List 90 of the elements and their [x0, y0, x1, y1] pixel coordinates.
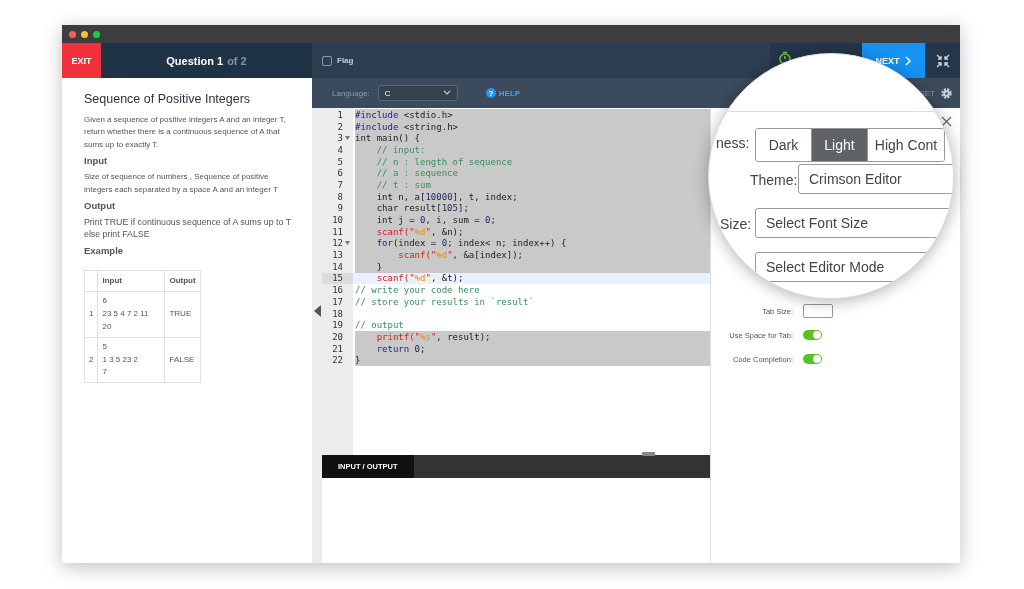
- line-number: 17: [331, 296, 343, 307]
- line-number: 4: [336, 144, 343, 155]
- resize-handle[interactable]: [642, 452, 655, 456]
- line-number: 11: [331, 226, 343, 237]
- line-number: 14: [331, 261, 343, 272]
- minimize-dot-icon[interactable]: [81, 30, 88, 38]
- problem-title: Sequence of Positive Integers: [84, 92, 252, 106]
- language-select[interactable]: C: [377, 85, 458, 101]
- table-header: Output: [164, 270, 201, 292]
- code-text: int main() {: [355, 133, 421, 144]
- theme-label: Theme:: [750, 172, 798, 188]
- flag-checkbox[interactable]: [322, 55, 332, 66]
- table-header: Input: [97, 270, 165, 292]
- question-total: of 2: [227, 54, 247, 67]
- toggle-switch[interactable]: [803, 330, 822, 340]
- problem-text: Given a sequence of positive integers A and an integer T, return whether there is a continuous sequence of A that sums up to exactly T.: [84, 114, 287, 151]
- code-text: scanf("%d", &t);: [375, 273, 464, 284]
- code-text: char result[105];: [375, 203, 469, 214]
- line-number: 10: [331, 215, 343, 226]
- close-dot-icon[interactable]: [69, 30, 76, 38]
- line-number: 3: [336, 133, 343, 144]
- code-text: printf("%s", result);: [375, 331, 491, 342]
- line-number: 7: [336, 179, 343, 190]
- close-icon[interactable]: [941, 116, 952, 127]
- line-number: 5: [336, 156, 343, 167]
- language-label: Language:: [332, 88, 370, 98]
- question-counter: Question 1: [166, 54, 224, 67]
- line-number: 9: [336, 203, 343, 214]
- table-cell: FALSE: [164, 337, 201, 383]
- code-text: #include <stdio.h>: [355, 109, 453, 120]
- chevron-icon: [442, 90, 451, 96]
- code-text: scanf("%d", &n);: [375, 226, 464, 237]
- problem-text: Print TRUE if continuous sequence of A sums up to T else print FALSE: [84, 215, 292, 241]
- code-text: // n : length of sequence: [375, 156, 513, 167]
- code-text: }: [375, 261, 383, 272]
- section-heading: Input: [84, 155, 109, 167]
- stopwatch-icon: [778, 51, 792, 65]
- font-size-label: Size:: [720, 216, 752, 232]
- theme-select[interactable]: Crimson Editor: [798, 164, 953, 194]
- line-number: 21: [331, 343, 343, 354]
- line-number: 18: [331, 308, 343, 319]
- table-cell: 5 1 3 5 23 2 7: [97, 337, 165, 383]
- line-number: 8: [336, 191, 343, 202]
- table-cell: 2: [84, 337, 98, 383]
- table-cell: 1: [84, 291, 98, 338]
- flag-label: Flag: [337, 56, 354, 65]
- zoom-dot-icon[interactable]: [93, 30, 100, 38]
- tab-size-field[interactable]: [803, 304, 833, 318]
- code-text: // a : sequence: [375, 168, 458, 179]
- help-icon: ?: [485, 88, 496, 98]
- table-header: [84, 270, 98, 292]
- code-text: }: [355, 355, 361, 366]
- code-text: // input:: [375, 144, 426, 155]
- problem-text: Size of sequence of numbers , Sequence of positive integers each separated by a space A and an integer T: [84, 171, 279, 196]
- section-heading: Output: [84, 199, 117, 211]
- code-text: // t : sum: [375, 179, 431, 190]
- line-number: 16: [331, 285, 343, 296]
- collapse-icon[interactable]: [935, 53, 950, 68]
- line-number: 12: [331, 238, 343, 249]
- code-text: // store your results in `result`: [355, 296, 534, 307]
- fold-icon[interactable]: [345, 136, 350, 141]
- code-text: #include <string.h>: [355, 121, 458, 132]
- exit-button[interactable]: EXIT: [62, 43, 101, 78]
- table-cell: TRUE: [164, 291, 201, 338]
- line-number: 19: [331, 320, 343, 331]
- code-text: scanf("%d", &a[index]);: [397, 250, 523, 261]
- brightness-option[interactable]: Dark: [756, 129, 812, 161]
- toggle-switch[interactable]: [803, 354, 822, 364]
- code-text: int n, a[10000], t, index;: [375, 191, 518, 202]
- brightness-label: ness:: [716, 135, 750, 151]
- code-text: // output: [355, 320, 404, 331]
- chevron-icon: [903, 55, 912, 66]
- brightness-option[interactable]: Light: [812, 129, 868, 161]
- code-text: for(index = 0; index< n; index++) {: [375, 238, 567, 249]
- table-cell: 6 23 5 4 7 2 11 20: [97, 291, 165, 338]
- settings-icon[interactable]: [940, 86, 953, 100]
- line-number: 1: [336, 109, 343, 120]
- section-heading: Example: [84, 244, 125, 256]
- code-text: int j = 0, i, sum = 0;: [375, 215, 496, 226]
- code-text: return 0;: [375, 343, 426, 354]
- code-editor[interactable]: [322, 108, 710, 455]
- line-number: 22: [331, 355, 343, 366]
- fold-icon[interactable]: [345, 241, 350, 246]
- line-number: 2: [336, 121, 343, 132]
- collapse-arrow-icon[interactable]: [313, 304, 321, 317]
- line-number: 6: [336, 168, 343, 179]
- code-text: // write your code here: [355, 285, 480, 296]
- line-number: 20: [331, 331, 343, 342]
- line-number: 15: [331, 273, 343, 284]
- line-number: 13: [331, 250, 343, 261]
